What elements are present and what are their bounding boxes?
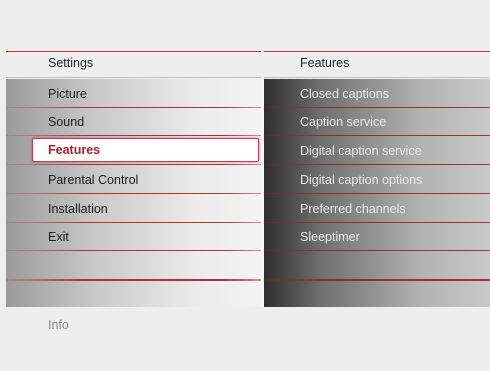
menu-empty-row	[6, 252, 261, 281]
menu-item-label: Picture	[48, 86, 87, 101]
submenu-item-preferred-channels[interactable]: Preferred channels	[264, 194, 490, 223]
tv-menu-screen: Settings Features Picture Sound Parental…	[0, 0, 490, 371]
header-top-line-right	[264, 51, 490, 52]
menu-item-label: Parental Control	[48, 172, 139, 187]
row-separator	[264, 280, 490, 281]
submenu-item-label: Closed captions	[300, 86, 389, 101]
header-bottom-line-right	[264, 77, 490, 78]
submenu-item-label: Caption service	[300, 114, 387, 129]
info-label: Info	[48, 318, 69, 332]
header-bottom-line-left	[6, 77, 261, 78]
menu-item-installation[interactable]: Installation	[6, 194, 261, 223]
submenu-item-sleeptimer[interactable]: Sleeptimer	[264, 222, 490, 251]
submenu-item-digital-caption-options[interactable]: Digital caption options	[264, 165, 490, 194]
row-separator	[6, 280, 261, 281]
submenu-item-label: Sleeptimer	[300, 229, 360, 244]
menu-item-label: Features	[48, 143, 101, 157]
submenu-empty-row	[264, 252, 490, 281]
header-top-line-left	[6, 51, 261, 52]
menu-item-parental-control[interactable]: Parental Control	[6, 165, 261, 194]
header-settings-title: Settings	[48, 56, 94, 70]
menu-item-label: Sound	[48, 114, 85, 129]
submenu-item-closed-captions[interactable]: Closed captions	[264, 79, 490, 108]
menu-item-label: Installation	[48, 201, 108, 216]
submenu-item-digital-caption-service[interactable]: Digital caption service	[264, 136, 490, 165]
menu-item-picture[interactable]: Picture	[6, 79, 261, 108]
submenu-item-label: Digital caption options	[300, 172, 423, 187]
menu-item-exit[interactable]: Exit	[6, 222, 261, 251]
submenu-item-label: Preferred channels	[300, 201, 406, 216]
header-features-title: Features	[300, 56, 350, 70]
menu-item-features-selected[interactable]: Features	[32, 138, 259, 162]
menu-item-label: Exit	[48, 229, 69, 244]
menu-item-sound[interactable]: Sound	[6, 107, 261, 136]
submenu-item-caption-service[interactable]: Caption service	[264, 107, 490, 136]
submenu-item-label: Digital caption service	[300, 143, 422, 158]
